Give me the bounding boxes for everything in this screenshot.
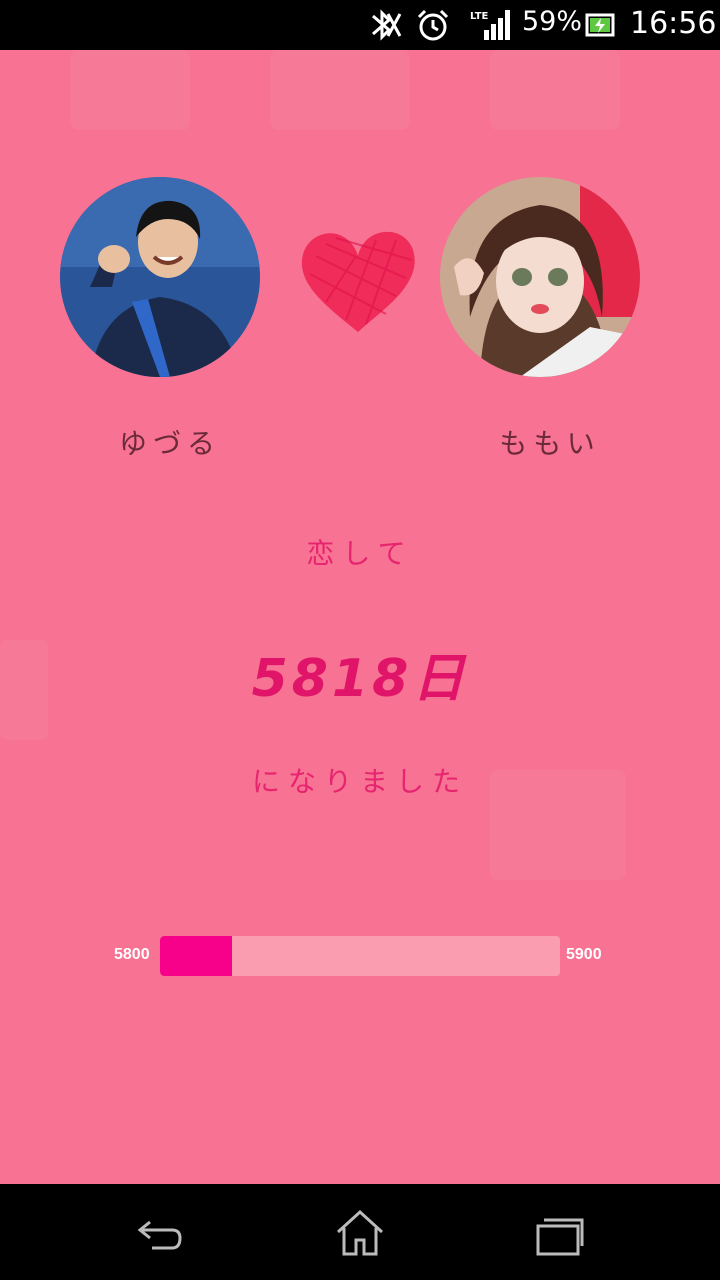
counter-prefix: 恋して: [306, 537, 414, 570]
heart-icon: [301, 231, 415, 332]
person-avatar: [440, 177, 640, 377]
left-partner-name: ゆづる: [118, 427, 221, 460]
clock: 16:56: [630, 6, 717, 41]
battery-charging-icon: [585, 13, 615, 37]
right-partner-avatar[interactable]: [440, 177, 640, 377]
progress-max-label: 5900: [566, 946, 602, 963]
home-icon[interactable]: [330, 1208, 390, 1258]
progress-bar-fill: [160, 936, 232, 976]
bluetooth-off-icon: [372, 9, 402, 41]
day-count: 5818日: [251, 649, 469, 709]
right-partner-name: ももい: [499, 427, 601, 460]
battery-percent: 59%: [522, 6, 583, 37]
back-icon[interactable]: [130, 1208, 190, 1258]
anniversary-screen: ゆづる ももい 恋して 5818日 になりました 5800 5900: [0, 50, 720, 1184]
network-label: LTE: [470, 11, 489, 22]
person-avatar: [60, 177, 260, 377]
alarm-icon: [417, 9, 449, 41]
signal-icon: LTE: [470, 10, 510, 40]
counter-suffix: になりました: [251, 765, 468, 798]
navigation-bar: [0, 1184, 720, 1280]
left-partner-avatar[interactable]: [60, 177, 260, 377]
progress-bar: [160, 936, 560, 976]
progress-min-label: 5800: [114, 946, 150, 963]
status-bar: LTE 59% 16:56: [0, 0, 720, 50]
recent-apps-icon[interactable]: [530, 1208, 590, 1258]
